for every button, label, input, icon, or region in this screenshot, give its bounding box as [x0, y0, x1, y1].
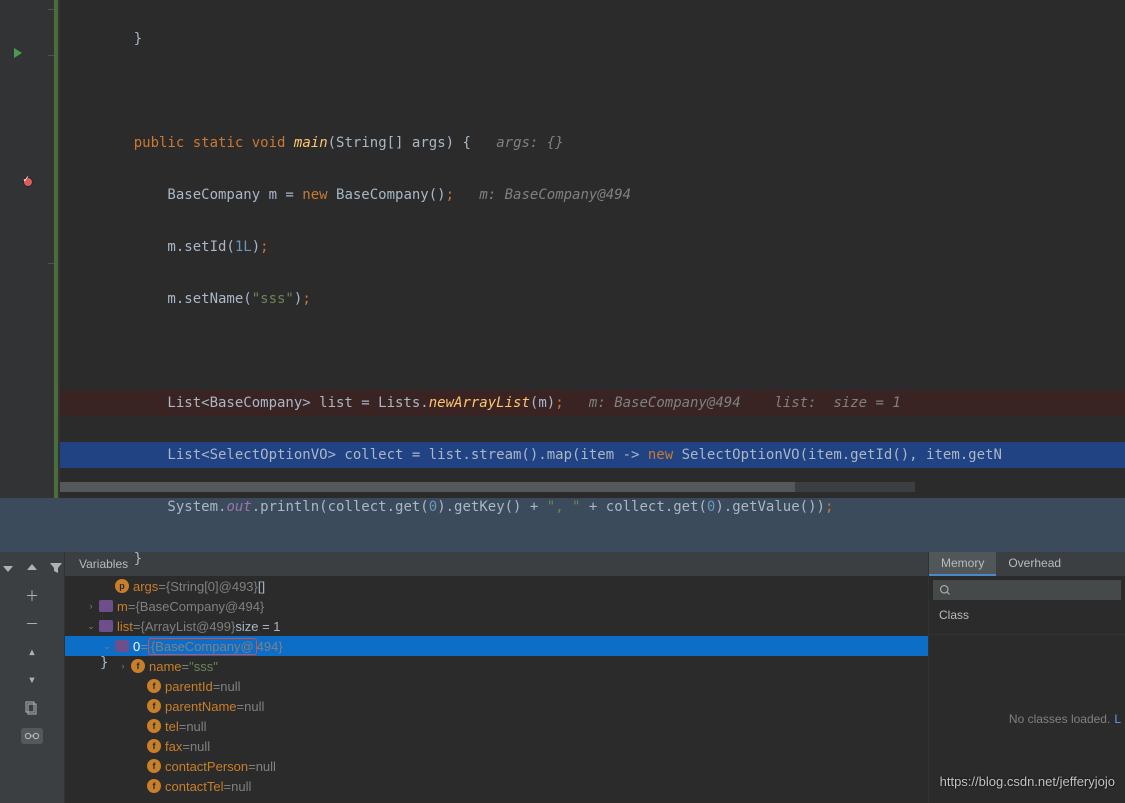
horizontal-scrollbar[interactable]: [60, 482, 915, 492]
editor-gutter[interactable]: — — —: [0, 0, 60, 498]
small-down-icon[interactable]: ▾: [24, 672, 40, 688]
code-line[interactable]: [60, 78, 1125, 104]
code-line-current[interactable]: List<SelectOptionVO> collect = list.stre…: [60, 442, 1125, 468]
fold-marker-icon[interactable]: —: [48, 258, 54, 269]
field-icon: f: [147, 779, 161, 793]
variable-name: contactPerson: [165, 759, 248, 774]
fold-marker-icon[interactable]: —: [48, 50, 54, 61]
variable-name: contactTel: [165, 779, 224, 794]
editor-pane: — — — } public static void main(String[]…: [0, 0, 1125, 498]
code-line[interactable]: System.out.println(collect.get(0).getKey…: [60, 494, 1125, 520]
breakpoint-icon[interactable]: [22, 176, 34, 188]
plus-icon[interactable]: ＋: [24, 588, 40, 604]
code-line[interactable]: m.setName("sss");: [60, 286, 1125, 312]
up-arrow-icon[interactable]: [24, 560, 40, 576]
down-arrow-icon[interactable]: [0, 560, 16, 576]
small-up-icon[interactable]: ▴: [24, 644, 40, 660]
minus-icon[interactable]: －: [24, 616, 40, 632]
code-line[interactable]: }: [60, 26, 1125, 52]
run-gutter-icon[interactable]: [14, 48, 22, 58]
watermark: https://blog.csdn.net/jefferyjojo: [940, 774, 1115, 789]
scrollbar-thumb[interactable]: [60, 482, 795, 492]
variable-row[interactable]: fcontactTel = null: [65, 776, 928, 796]
code-area[interactable]: } public static void main(String[] args)…: [60, 0, 1125, 498]
variable-row[interactable]: fcontactPerson = null: [65, 756, 928, 776]
code-line-breakpoint[interactable]: List<BaseCompany> list = Lists.newArrayL…: [60, 390, 1125, 416]
code-line[interactable]: }: [60, 546, 1125, 572]
debug-toolbar: ＋ － ▴ ▾: [0, 552, 64, 803]
variable-value: null: [231, 779, 251, 794]
field-icon: f: [147, 759, 161, 773]
code-line[interactable]: [60, 598, 1125, 624]
code-line[interactable]: }: [60, 650, 1125, 676]
code-line[interactable]: m.setId(1L);: [60, 234, 1125, 260]
code-line[interactable]: BaseCompany m = new BaseCompany(); m: Ba…: [60, 182, 1125, 208]
code-line[interactable]: [60, 338, 1125, 364]
copy-icon[interactable]: [24, 700, 40, 716]
fold-marker-icon[interactable]: —: [48, 4, 54, 15]
code-line[interactable]: public static void main(String[] args) {…: [60, 130, 1125, 156]
glasses-icon[interactable]: [21, 728, 43, 744]
variable-value: null: [256, 759, 276, 774]
